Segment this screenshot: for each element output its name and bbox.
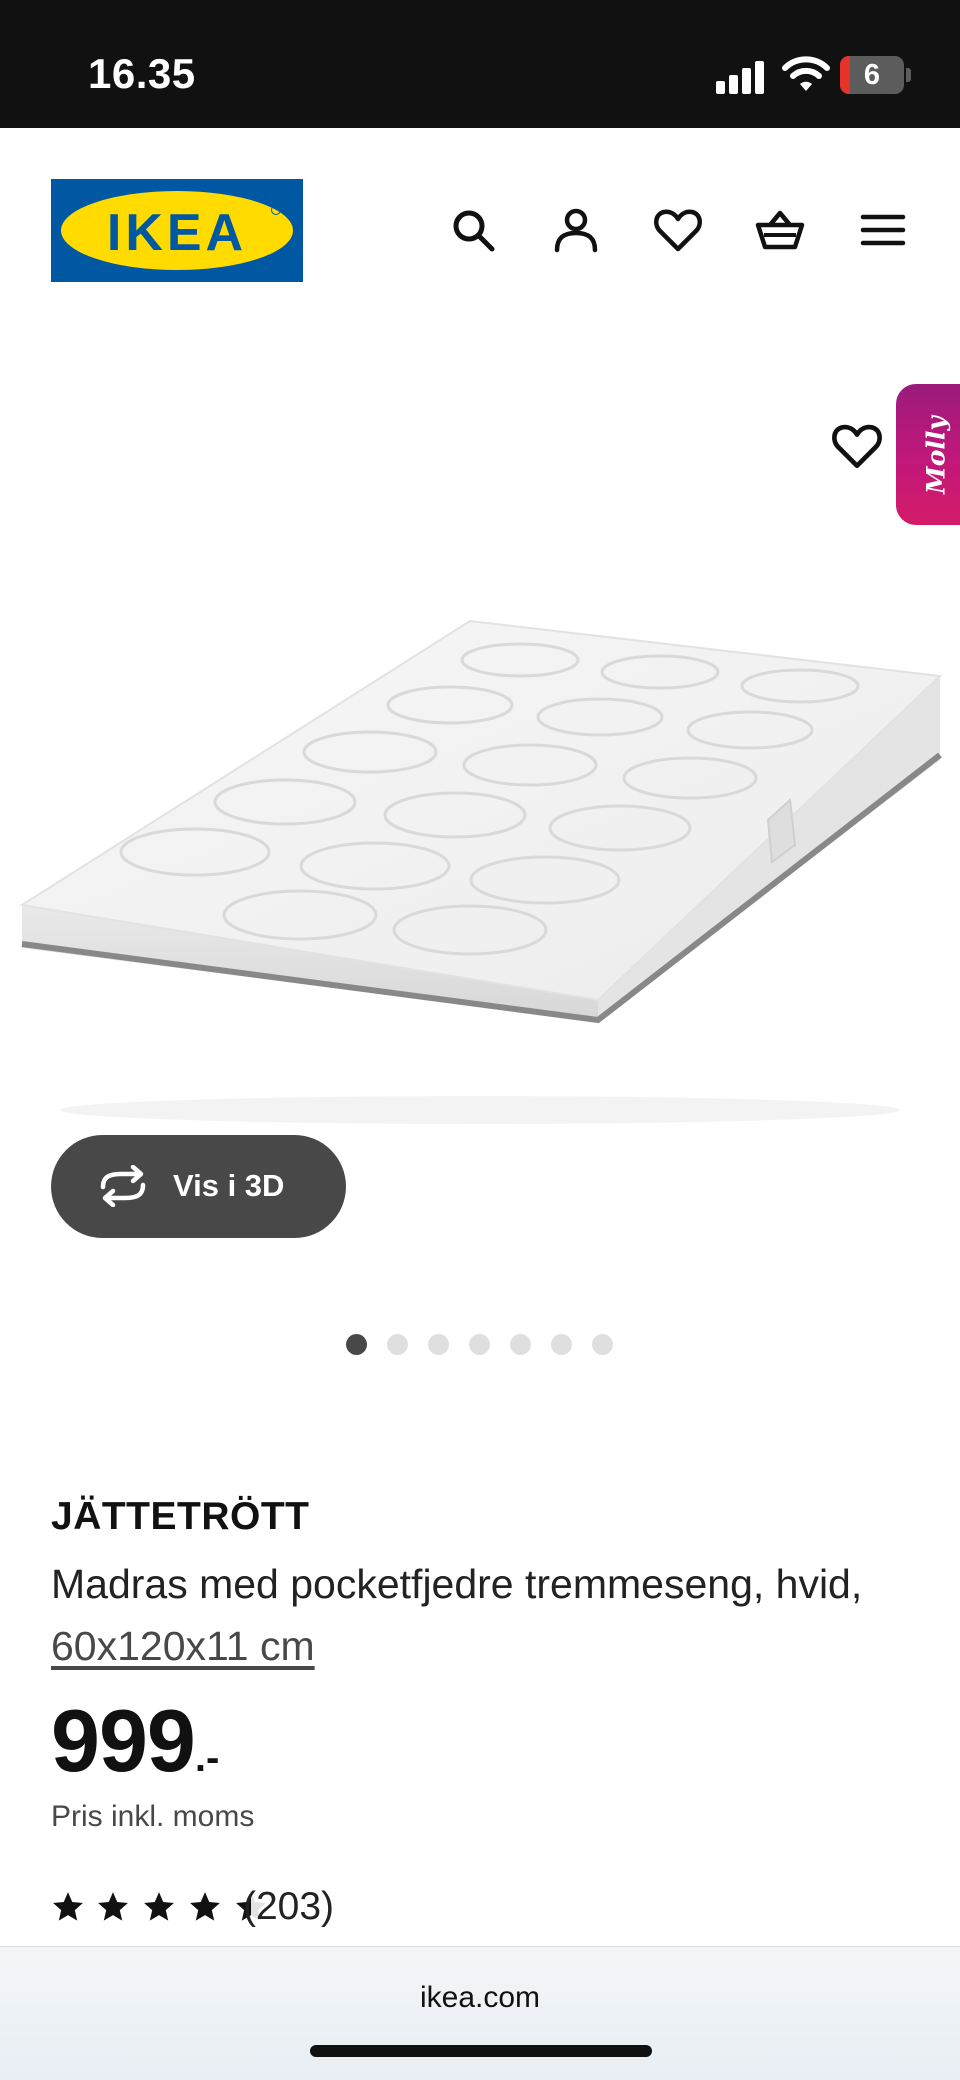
- star-full-icon: [53, 1892, 83, 1921]
- ikea-logo[interactable]: IKEA: [51, 179, 303, 282]
- price-suffix: .-: [194, 1736, 220, 1780]
- basket-icon[interactable]: [755, 205, 805, 255]
- mattress-image[interactable]: [0, 600, 960, 1180]
- carousel-dot[interactable]: [387, 1334, 408, 1355]
- rotate-3d-icon: [100, 1165, 146, 1207]
- review-count[interactable]: (203): [243, 1885, 334, 1929]
- cellular-signal-icon: [716, 58, 766, 94]
- carousel-dot[interactable]: [469, 1334, 490, 1355]
- star-full-icon: [144, 1892, 174, 1921]
- status-bar: 16.35 6: [0, 0, 960, 128]
- carousel-dot[interactable]: [551, 1334, 572, 1355]
- product-price: 999.-: [51, 1690, 219, 1792]
- account-icon[interactable]: [551, 205, 601, 255]
- heart-icon[interactable]: [653, 205, 703, 255]
- product-size-link[interactable]: 60x120x11 cm: [51, 1623, 315, 1669]
- carousel-dot[interactable]: [428, 1334, 449, 1355]
- carousel-dot[interactable]: [510, 1334, 531, 1355]
- status-time: 16.35: [88, 50, 196, 97]
- battery-icon: 6: [840, 56, 904, 94]
- price-integer: 999: [51, 1691, 196, 1790]
- price-note: Pris inkl. moms: [51, 1800, 255, 1833]
- battery-level: 6: [863, 59, 881, 91]
- product-name: JÄTTETRÖTT: [51, 1495, 310, 1538]
- view-in-3d-label: Vis i 3D: [173, 1168, 285, 1203]
- carousel-dot[interactable]: [592, 1334, 613, 1355]
- molly-label: Molly: [921, 415, 951, 494]
- image-carousel-dots: [346, 1334, 616, 1356]
- logo-text: IKEA: [106, 204, 248, 262]
- add-to-favourites-icon[interactable]: [831, 420, 883, 472]
- browser-address-bar: ikea.com: [0, 1946, 960, 2080]
- view-in-3d-button[interactable]: Vis i 3D: [51, 1135, 346, 1238]
- url-text[interactable]: ikea.com: [0, 1981, 960, 2015]
- product-description: Madras med pocketfjedre tremmeseng, hvid…: [51, 1553, 871, 1677]
- menu-icon[interactable]: [858, 205, 908, 255]
- star-full-icon: [98, 1892, 128, 1921]
- product-description-text: Madras med pocketfjedre tremmeseng, hvid…: [51, 1561, 863, 1607]
- battery-cap: [906, 68, 911, 82]
- carousel-dot[interactable]: [346, 1334, 367, 1355]
- molly-assistant-tab[interactable]: Molly: [896, 384, 960, 525]
- home-indicator[interactable]: [310, 2045, 652, 2057]
- search-icon[interactable]: [448, 205, 498, 255]
- wifi-icon: [782, 56, 830, 91]
- star-full-icon: [190, 1892, 220, 1921]
